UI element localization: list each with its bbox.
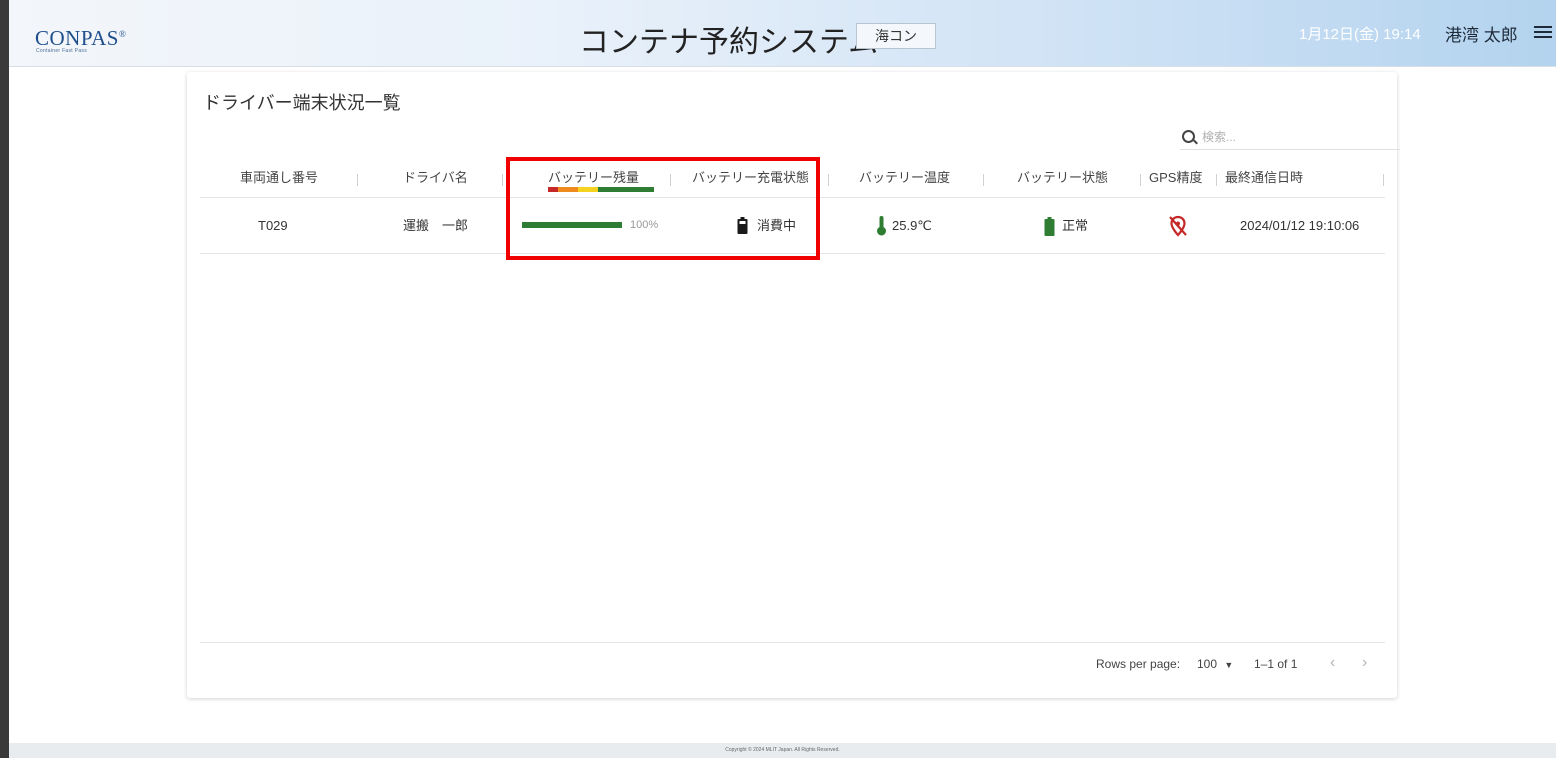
column-divider bbox=[1383, 174, 1384, 186]
cell-charge-status: 消費中 bbox=[757, 218, 797, 233]
column-divider bbox=[828, 174, 829, 186]
column-header-battery-level[interactable]: バッテリー残量 bbox=[548, 164, 639, 197]
window-left-border bbox=[0, 0, 9, 758]
cell-last-comm: 2024/01/12 19:10:06 bbox=[1240, 218, 1360, 233]
user-name[interactable]: 港湾 太郎 bbox=[1445, 21, 1518, 46]
search-input[interactable] bbox=[1200, 125, 1394, 149]
table-footer-divider bbox=[200, 642, 1385, 643]
conpas-logo[interactable]: CONPAS® Container Fast Pass bbox=[35, 24, 127, 55]
pagination-range: 1–1 of 1 bbox=[1254, 657, 1298, 671]
scale-segment-red bbox=[548, 187, 558, 192]
rows-per-page-value: 100 bbox=[1197, 657, 1218, 671]
driver-terminal-card: ドライバー端末状況一覧 車両通し番号 ドライバ名 バッテリー残量 バッテリー充電… bbox=[187, 72, 1400, 698]
battery-full-icon bbox=[1044, 217, 1055, 236]
copyright-text: Copyright © 2024 MLIT Japan. All Rights … bbox=[725, 747, 840, 753]
logo-text: CONPAS bbox=[35, 26, 119, 50]
page-footer: Copyright © 2024 MLIT Japan. All Rights … bbox=[9, 743, 1556, 758]
logo-subtitle: Container Fast Pass bbox=[36, 48, 87, 54]
search-icon bbox=[1182, 130, 1195, 143]
battery-level-bar bbox=[522, 222, 622, 228]
column-header-charge-status[interactable]: バッテリー充電状態 bbox=[692, 164, 809, 197]
top-app-bar: CONPAS® Container Fast Pass コンテナ予約システム 海… bbox=[9, 0, 1556, 67]
battery-icon bbox=[737, 217, 748, 234]
current-datetime: 1月12日(金) 19:14 bbox=[1299, 26, 1421, 43]
column-divider bbox=[670, 174, 671, 186]
previous-page-button[interactable]: ‹ bbox=[1330, 654, 1335, 672]
cell-battery-temp: 25.9℃ bbox=[892, 218, 932, 233]
battery-level-fill bbox=[522, 222, 622, 228]
scale-segment-orange bbox=[558, 187, 578, 192]
column-header-last-comm[interactable]: 最終通信日時 bbox=[1225, 164, 1303, 197]
search-box[interactable] bbox=[1180, 125, 1400, 150]
mode-badge[interactable]: 海コン bbox=[856, 23, 936, 49]
column-header-gps[interactable]: GPS精度 bbox=[1149, 164, 1202, 197]
page-title: ドライバー端末状況一覧 bbox=[203, 93, 401, 113]
table-row[interactable]: T029 運搬 一郎 100% 消費中 25.9℃ 正常 2024/01/12 … bbox=[200, 198, 1385, 254]
chevron-down-icon: ▼ bbox=[1224, 660, 1234, 670]
hamburger-menu-icon[interactable] bbox=[1534, 23, 1552, 41]
column-divider bbox=[983, 174, 984, 186]
thermometer-icon bbox=[877, 216, 886, 236]
cell-vehicle-no: T029 bbox=[258, 218, 288, 233]
column-divider bbox=[502, 174, 503, 186]
location-off-icon bbox=[1169, 215, 1187, 237]
table-header: 車両通し番号 ドライバ名 バッテリー残量 バッテリー充電状態 バッテリー温度 バ… bbox=[200, 164, 1385, 198]
battery-level-scale bbox=[548, 187, 654, 192]
column-divider bbox=[357, 174, 358, 186]
column-divider bbox=[1140, 174, 1141, 186]
column-header-vehicle-no[interactable]: 車両通し番号 bbox=[240, 164, 318, 197]
rows-per-page-select[interactable]: 100 ▼ bbox=[1197, 657, 1233, 671]
next-page-button[interactable]: › bbox=[1362, 654, 1367, 672]
cell-driver: 運搬 一郎 bbox=[403, 218, 469, 233]
app-title: コンテナ予約システム bbox=[579, 26, 879, 59]
cell-battery-state: 正常 bbox=[1062, 218, 1089, 233]
column-header-battery-temp[interactable]: バッテリー温度 bbox=[859, 164, 950, 197]
battery-level-label: 100% bbox=[630, 219, 659, 231]
logo-mark: ® bbox=[118, 29, 127, 39]
scale-segment-green bbox=[598, 187, 654, 192]
column-header-battery-state[interactable]: バッテリー状態 bbox=[1017, 164, 1108, 197]
column-header-driver[interactable]: ドライバ名 bbox=[403, 164, 468, 197]
column-divider bbox=[1216, 174, 1217, 186]
scale-segment-yellow bbox=[578, 187, 598, 192]
rows-per-page-label: Rows per page: bbox=[1096, 657, 1181, 671]
